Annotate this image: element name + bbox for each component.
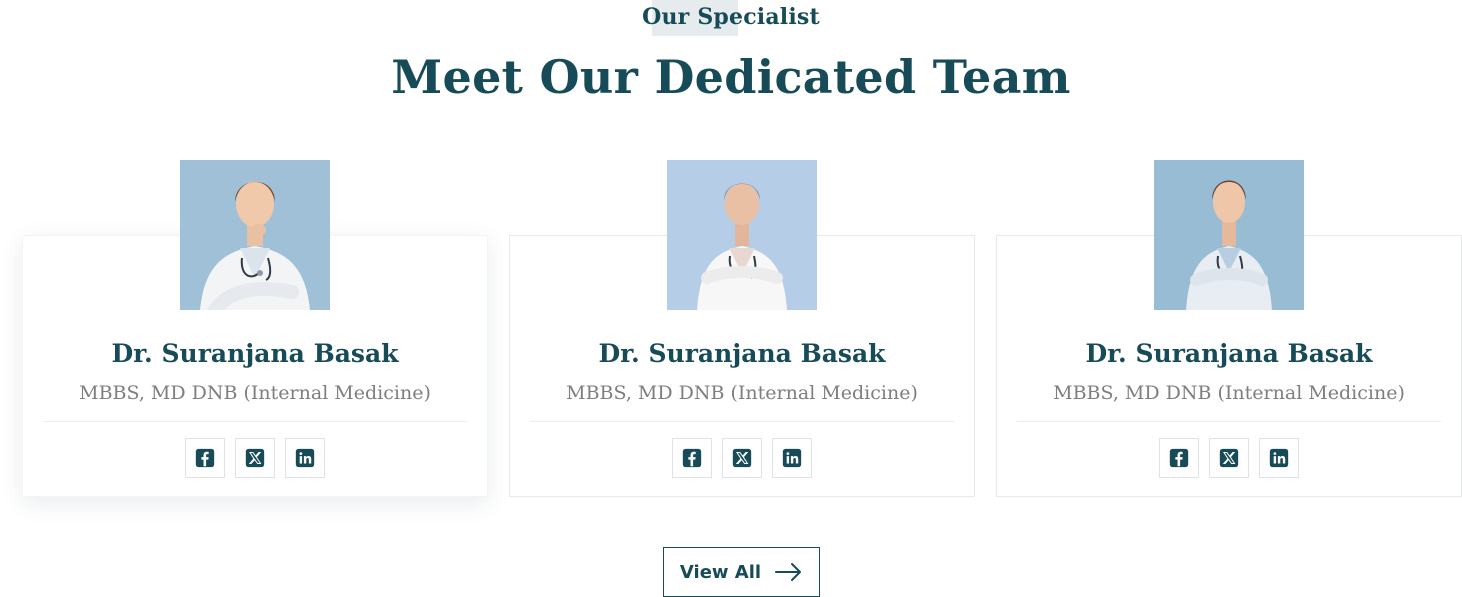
- linkedin-icon: [295, 448, 315, 468]
- doctor-photo: [667, 160, 817, 310]
- facebook-icon: [1169, 448, 1189, 468]
- facebook-icon: [195, 448, 215, 468]
- linkedin-button[interactable]: [1259, 438, 1299, 478]
- doctor-name: Dr. Suranjana Basak: [111, 339, 399, 368]
- x-icon: [1219, 448, 1239, 468]
- x-button[interactable]: [1209, 438, 1249, 478]
- linkedin-icon: [782, 448, 802, 468]
- doctor-degree: MBBS, MD DNB (Internal Medicine): [1053, 382, 1405, 404]
- doctor-degree: MBBS, MD DNB (Internal Medicine): [79, 382, 431, 404]
- doctor-name: Dr. Suranjana Basak: [598, 339, 886, 368]
- doctor-photo: [180, 160, 330, 310]
- x-icon: [245, 448, 265, 468]
- view-all-button[interactable]: View All: [663, 547, 820, 597]
- linkedin-button[interactable]: [285, 438, 325, 478]
- facebook-button[interactable]: [1159, 438, 1199, 478]
- card-divider: [1017, 421, 1441, 422]
- social-links: [997, 438, 1461, 478]
- social-links: [23, 438, 487, 478]
- view-all-label: View All: [679, 561, 762, 583]
- arrow-right-icon: [775, 563, 802, 581]
- section-eyebrow: Our Specialist: [642, 4, 820, 30]
- facebook-button[interactable]: [672, 438, 712, 478]
- doctor-photo: [1154, 160, 1304, 310]
- doctor-name: Dr. Suranjana Basak: [1085, 339, 1373, 368]
- doctor-degree: MBBS, MD DNB (Internal Medicine): [566, 382, 918, 404]
- social-links: [510, 438, 974, 478]
- x-button[interactable]: [235, 438, 275, 478]
- section-title: Meet Our Dedicated Team: [391, 50, 1071, 104]
- card-divider: [43, 421, 467, 422]
- facebook-button[interactable]: [185, 438, 225, 478]
- x-button[interactable]: [722, 438, 762, 478]
- linkedin-button[interactable]: [772, 438, 812, 478]
- x-icon: [732, 448, 752, 468]
- card-divider: [530, 421, 954, 422]
- facebook-icon: [682, 448, 702, 468]
- linkedin-icon: [1269, 448, 1289, 468]
